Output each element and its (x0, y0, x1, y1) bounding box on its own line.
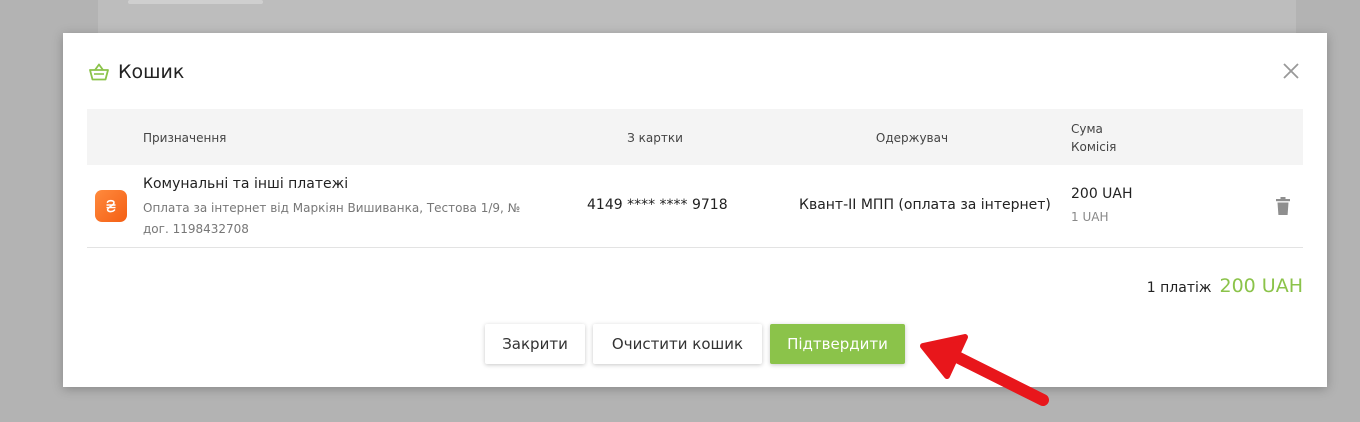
column-header-purpose: Призначення (143, 131, 227, 145)
close-button[interactable]: Закрити (485, 324, 585, 364)
confirm-button[interactable]: Підтвердити (770, 324, 905, 364)
payment-title: Комунальні та інші платежі (143, 176, 349, 192)
hryvnia-icon (95, 190, 127, 222)
annotation-arrow-icon (920, 334, 1049, 406)
payment-amount: 200 UAH (1071, 186, 1133, 202)
total-amount: 200 UAH (1219, 275, 1304, 297)
modal-title: Кошик (118, 61, 185, 83)
background-element (128, 0, 263, 4)
table-header: Призначення З картки Одержувач Сума Комі… (87, 109, 1303, 165)
modal-header: Кошик (89, 59, 184, 85)
trash-icon[interactable] (1272, 195, 1294, 217)
basket-icon (89, 63, 109, 81)
column-header-fee: Комісія (1071, 140, 1117, 154)
payment-count: 1 платіж (1146, 280, 1212, 296)
recipient-name: Квант-ІІ МПП (оплата за інтернет) (799, 197, 1051, 213)
payment-description: Оплата за інтернет від Маркіян Вишиванка… (143, 201, 521, 236)
background-page (98, 0, 1296, 33)
column-header-recipient: Одержувач (875, 131, 949, 145)
close-icon[interactable] (1281, 61, 1301, 81)
clear-cart-button[interactable]: Очистити кошик (593, 324, 762, 364)
card-number: 4149 **** **** 9718 (587, 197, 728, 213)
column-header-card: З картки (627, 131, 683, 145)
column-header-amount-fee: Сума Комісія (1071, 120, 1116, 156)
column-header-amount: Сума (1071, 122, 1103, 136)
cart-summary: 1 платіж 200 UAH (1147, 275, 1303, 297)
payment-fee: 1 UAH (1071, 210, 1109, 224)
table-row: Комунальні та інші платежі Оплата за інт… (87, 165, 1303, 248)
cart-modal: Кошик Призначення З картки Одержувач Сум… (63, 33, 1327, 387)
